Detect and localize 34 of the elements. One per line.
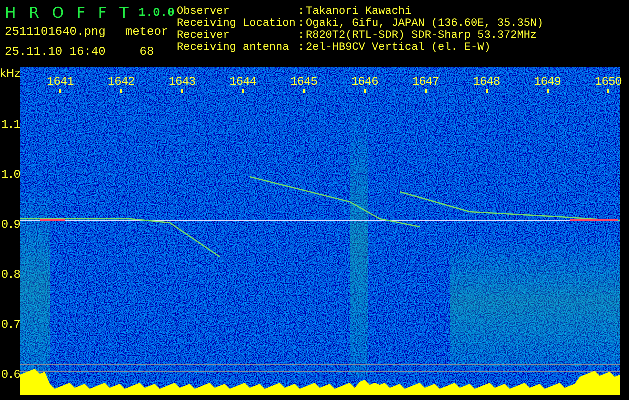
info-label: Receiver: [177, 30, 231, 42]
meteor-count: 68: [140, 45, 154, 59]
x-axis-label: 1647: [412, 75, 440, 89]
app-version: 1.0.0: [138, 6, 175, 20]
file-name: 2511101640.png: [5, 25, 106, 39]
x-axis-label: 1649: [534, 75, 561, 89]
info-label: Receiving antenna: [177, 42, 290, 54]
axis-unit: kHz: [0, 67, 20, 81]
info-value: Ogaki, Gifu, JAPAN (136.60E, 35.35N): [306, 18, 544, 30]
info-label: Observer: [177, 6, 231, 18]
info-separator: :: [298, 18, 306, 30]
info-separator: :: [298, 6, 306, 18]
info-value: 2el-HB9CV Vertical (el. E-W): [306, 42, 492, 54]
date-time: 25.11.10 16:40: [5, 45, 106, 59]
y-axis-label: 1.1: [1, 118, 20, 132]
y-axis-label: 0.9: [1, 218, 20, 232]
x-axis-label: 1644: [230, 75, 257, 89]
x-axis-label: 1642: [108, 75, 135, 89]
x-axis-label: 1643: [168, 75, 196, 89]
y-axis-label: 1.0: [1, 168, 20, 182]
x-axis-label: 1646: [351, 75, 378, 89]
info-value: Takanori Kawachi: [306, 6, 413, 18]
info-label: Receiving Location: [177, 18, 297, 30]
x-axis-label: 1645: [290, 75, 318, 89]
info-separator: :: [298, 42, 306, 54]
app-name: H R O F F T: [5, 4, 133, 22]
info-value: R820T2(RTL-SDR) SDR-Sharp 53.372MHz: [306, 30, 538, 42]
info-separator: :: [298, 30, 306, 42]
y-axis-label: 0.8: [1, 268, 20, 282]
y-axis-label: 0.6: [1, 368, 20, 382]
x-axis-label: 1641: [47, 75, 74, 89]
meteor-label: meteor: [125, 25, 169, 39]
y-axis-label: 0.7: [1, 318, 20, 332]
x-axis-label: 1648: [473, 75, 500, 89]
